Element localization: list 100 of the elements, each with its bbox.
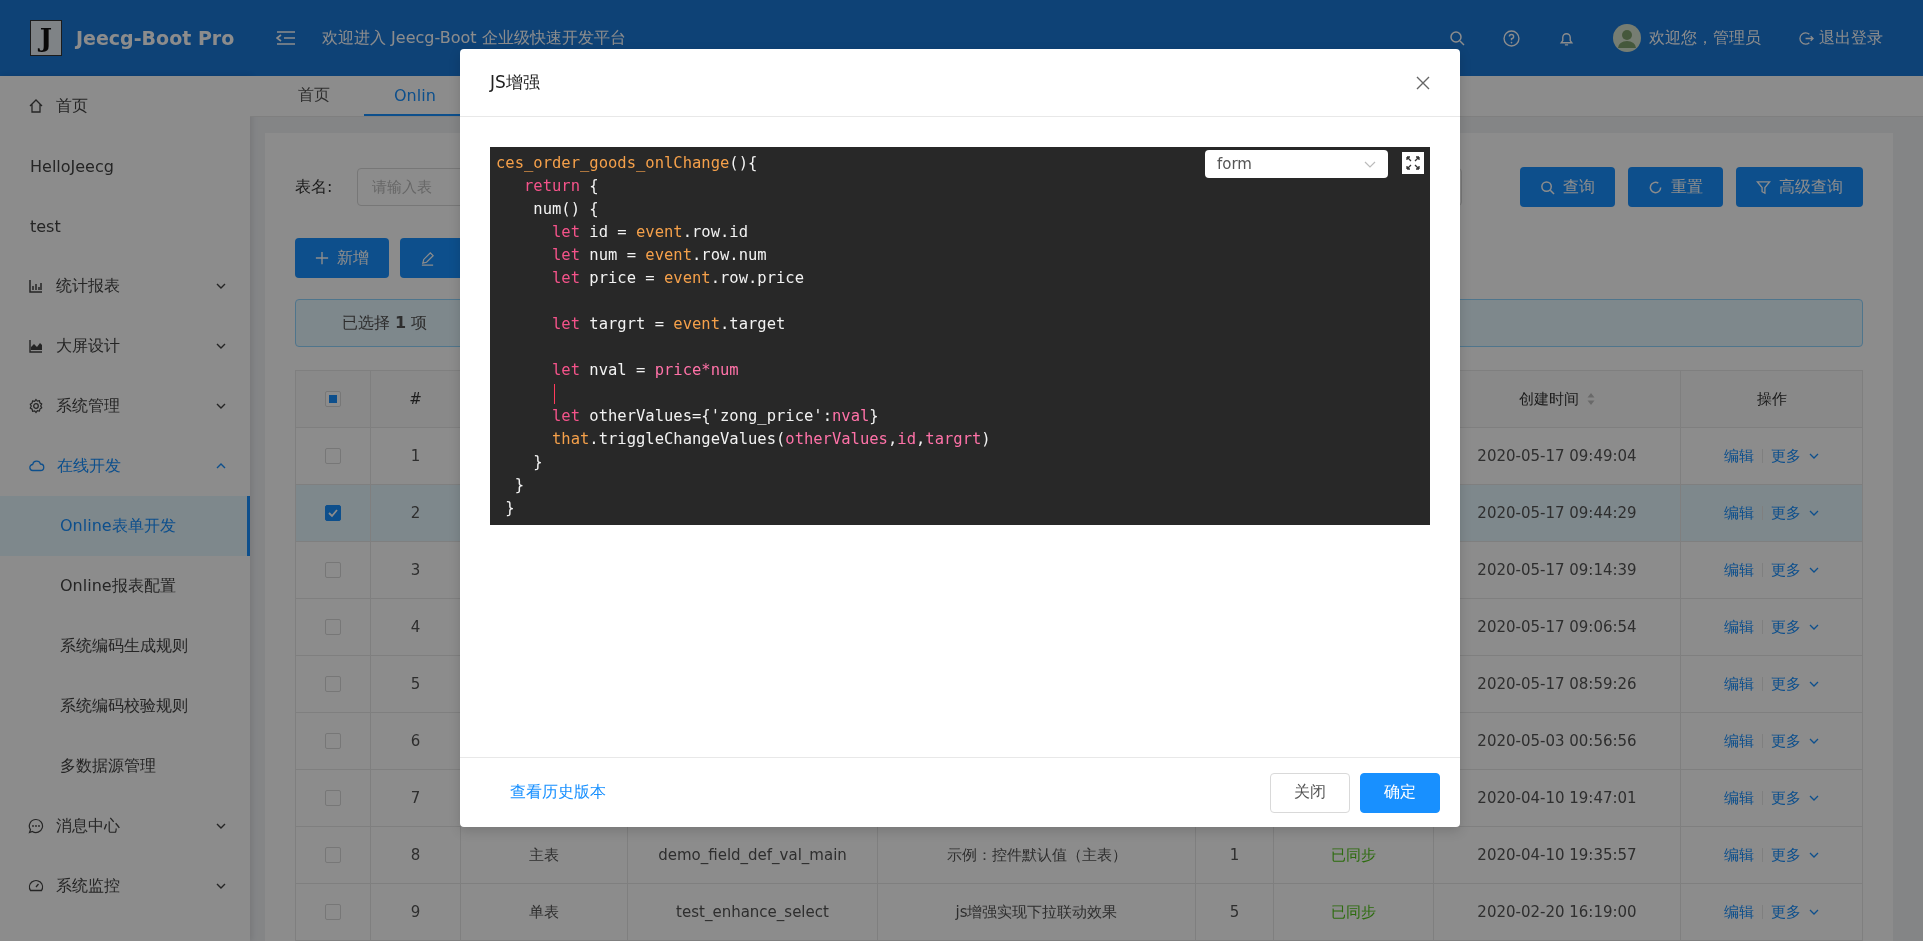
close-icon[interactable] (1416, 75, 1430, 90)
table-cell: 2020-04-10 19:47:01 (1477, 789, 1637, 807)
query-button[interactable]: 重置 (1628, 167, 1723, 207)
table-cell: 2020-05-17 09:44:29 (1477, 504, 1637, 522)
code-editor[interactable] (490, 147, 1430, 525)
caret-down-icon[interactable] (1809, 453, 1819, 459)
menu-item[interactable]: HelloJeecg (0, 136, 250, 196)
table-row[interactable]: 9 单表 test_enhance_select js增强实现下拉联动效果 5 已同步 2020-02-20 16:19:00 编辑 更多 (296, 884, 1862, 941)
caret-down-icon[interactable] (1809, 738, 1819, 744)
table-cell: 5 (1229, 903, 1240, 921)
more-link[interactable]: 更多 (1771, 674, 1801, 694)
table-cell: 2 (410, 504, 421, 522)
menu-item[interactable]: Online报表配置 (0, 556, 250, 616)
caret-down-icon[interactable] (1809, 567, 1819, 573)
status-text: 已同步 (1331, 845, 1376, 865)
caret-down-icon[interactable] (1809, 510, 1819, 516)
table-cell: 9 (410, 903, 421, 921)
menu-item[interactable]: 系统编码校验规则 (0, 676, 250, 736)
column-header: # (409, 390, 422, 408)
more-link[interactable]: 更多 (1771, 503, 1801, 523)
menu-item[interactable]: 系统监控 (0, 856, 250, 916)
table-cell: 7 (410, 789, 421, 807)
chevron-up-icon (216, 463, 226, 469)
menu-item[interactable]: 统计报表 (0, 256, 250, 316)
code-line: that.triggleChangeValues(otherValues,id,targrt) (551, 429, 991, 450)
caret-down-icon[interactable] (1809, 909, 1819, 915)
status-text: 已同步 (1331, 902, 1376, 922)
more-link[interactable]: 更多 (1771, 446, 1801, 466)
table-cell: 单表 (529, 902, 559, 922)
close-button[interactable]: 关闭 (1270, 772, 1350, 813)
logout-icon (1799, 30, 1814, 46)
edit-link[interactable]: 编辑 (1724, 503, 1754, 523)
code-line: let price = event.row.price (551, 268, 804, 289)
chevron-down-icon (216, 823, 226, 829)
more-link[interactable]: 更多 (1771, 902, 1801, 922)
code-line: return { (523, 176, 599, 197)
more-link[interactable]: 更多 (1771, 731, 1801, 751)
edit-link[interactable]: 编辑 (1724, 674, 1754, 694)
menu-item[interactable]: 在线开发 (0, 436, 250, 496)
menu-item[interactable]: 首页 (0, 76, 250, 136)
confirm-button[interactable]: 确定 (1360, 772, 1440, 813)
table-cell: 1 (410, 447, 421, 465)
query-button[interactable]: 高级查询 (1736, 167, 1863, 207)
logout-button[interactable]: 退出登录 (1799, 27, 1883, 49)
history-link[interactable]: 查看历史版本 (510, 782, 606, 803)
edit-link[interactable]: 编辑 (1724, 446, 1754, 466)
search-icon[interactable] (1449, 30, 1465, 46)
edit-link[interactable]: 编辑 (1724, 845, 1754, 865)
table-cell: 2020-02-20 16:19:00 (1477, 903, 1637, 921)
code-line: let id = event.row.id (551, 222, 748, 243)
more-link[interactable]: 更多 (1771, 617, 1801, 637)
caret-down-icon[interactable] (1809, 852, 1819, 858)
table-cell: 5 (410, 675, 421, 693)
welcome-text: 欢迎进入 Jeecg-Boot 企业级快速开发平台 (322, 27, 626, 49)
menu-item[interactable]: 消息中心 (0, 796, 250, 856)
menu-fold-icon[interactable] (276, 30, 296, 46)
more-link[interactable]: 更多 (1771, 845, 1801, 865)
column-header[interactable]: 创建时间 (1519, 389, 1579, 409)
table-cell: 示例：控件默认值（主表） (946, 845, 1127, 865)
check-icon (327, 507, 339, 519)
mode-select[interactable]: form (1205, 150, 1388, 178)
chat-icon (28, 818, 44, 834)
menu-item[interactable]: 系统编码生成规则 (0, 616, 250, 676)
caret-down-icon[interactable] (1809, 795, 1819, 801)
app-name: Jeecg-Boot Pro (76, 27, 235, 49)
help-icon[interactable] (1503, 29, 1520, 47)
home-icon (28, 98, 44, 114)
caret-down-icon[interactable] (1809, 681, 1819, 687)
table-cell: 2020-05-17 09:49:04 (1477, 447, 1637, 465)
code-line: } (513, 475, 524, 496)
menu-item[interactable]: Online表单开发 (0, 496, 250, 556)
table-cell: 4 (410, 618, 421, 636)
column-header: 操作 (1756, 389, 1787, 409)
edit-link[interactable]: 编辑 (1724, 731, 1754, 751)
avatar-icon[interactable] (1613, 24, 1641, 52)
code-line: num() { (532, 199, 599, 220)
more-link[interactable]: 更多 (1771, 788, 1801, 808)
logo: J (30, 20, 62, 56)
query-button[interactable]: 查询 (1520, 167, 1615, 207)
sort-icon[interactable] (1587, 392, 1595, 406)
menu-item[interactable]: test (0, 196, 250, 256)
edit-link[interactable]: 编辑 (1724, 560, 1754, 580)
fullscreen-icon[interactable] (1402, 152, 1424, 174)
checkbox[interactable] (325, 505, 341, 521)
chevron-down-icon (216, 883, 226, 889)
table-cell: demo_field_def_val_main (658, 846, 847, 864)
edit-link[interactable]: 编辑 (1724, 617, 1754, 637)
code-line: ces_order_goods_onlChange(){ (496, 153, 758, 174)
page-tab[interactable]: 首页 (268, 76, 360, 116)
caret-down-icon[interactable] (1809, 624, 1819, 630)
user-greeting[interactable]: 欢迎您，管理员 (1649, 27, 1761, 49)
menu-item[interactable]: 多数据源管理 (0, 736, 250, 796)
menu-item[interactable]: 大屏设计 (0, 316, 250, 376)
add-button[interactable]: 新增 (295, 238, 389, 278)
code-line: let nval = price*num (551, 360, 739, 381)
menu-item[interactable]: 系统管理 (0, 376, 250, 436)
chevron-down-icon (216, 403, 226, 409)
edit-link[interactable]: 编辑 (1724, 902, 1754, 922)
more-link[interactable]: 更多 (1771, 560, 1801, 580)
edit-link[interactable]: 编辑 (1724, 788, 1754, 808)
